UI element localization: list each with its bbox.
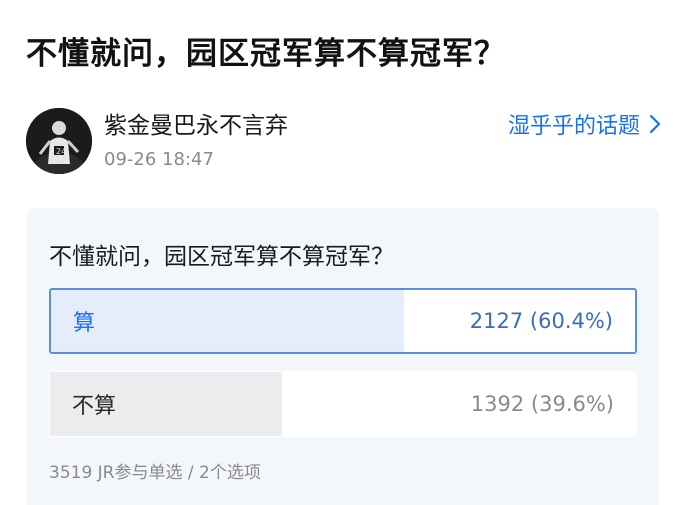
poll-option-no[interactable]: 不算 1392 (39.6%) [49,371,637,437]
svg-text:24: 24 [56,147,66,156]
topic-link[interactable]: 湿乎乎的话题 [508,108,662,140]
post-title: 不懂就问，园区冠军算不算冠军？ [26,36,506,72]
poll-option-no-stat: 1392 (39.6%) [470,392,614,416]
poll-meta: 3519 JR参与单选 / 2个选项 [49,463,261,483]
topic-link-label: 湿乎乎的话题 [507,114,640,139]
post-time: 09-26 18:47 [104,149,214,170]
chevron-right-icon [649,114,661,134]
poll-option-yes[interactable]: 算 2127 (60.4%) [49,288,637,354]
poll-option-no-label: 不算 [72,394,117,419]
author-row: 24 紫金曼巴永不言弃 09-26 18:47 湿乎乎的话题 [26,104,666,176]
author-name[interactable]: 紫金曼巴永不言弃 [104,106,288,140]
poll-question: 不懂就问，园区冠军算不算冠军？ [49,244,394,270]
poll-option-yes-fill [51,290,404,352]
poll-option-yes-stat: 2127 (60.4%) [469,309,613,333]
poll-card: 不懂就问，园区冠军算不算冠军？ 算 2127 (60.4%) 不算 1392 (… [27,208,659,505]
avatar[interactable]: 24 [26,108,92,174]
poll-option-yes-label: 算 [73,311,96,336]
post-page: 不懂就问，园区冠军算不算冠军？ 24 紫金曼巴永不言弃 09-26 18:47 … [0,0,687,505]
avatar-figure-icon: 24 [26,108,92,174]
